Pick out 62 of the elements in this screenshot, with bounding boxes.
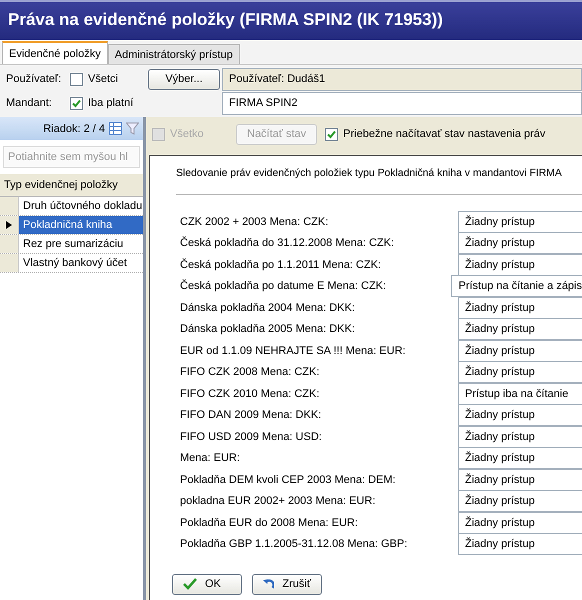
permission-label: Česká pokladňa po datume E Mena: CZK: xyxy=(180,280,388,292)
permission-label: FIFO USD 2009 Mena: USD: xyxy=(180,430,323,443)
permission-dropdown[interactable]: Žiadny prístup xyxy=(458,254,582,276)
checkbox-label: Iba platní xyxy=(88,97,134,109)
permission-dropdown[interactable]: Žiadny prístup xyxy=(458,210,582,233)
permission-label: Pokladňa EUR do 2008 Mena: EUR: xyxy=(180,516,359,529)
permission-dropdown[interactable]: Žiadny prístup xyxy=(458,232,582,254)
auto-load-checkbox[interactable] xyxy=(325,128,338,140)
permission-dropdown[interactable]: Žiadny prístup xyxy=(458,468,582,491)
mandant-field[interactable]: FIRMA SPIN2 xyxy=(222,92,582,114)
mandant-label: Mandant: xyxy=(6,97,53,109)
checkbox-label: Všetci xyxy=(88,73,118,85)
grid-row[interactable]: Pokladničná kniha xyxy=(19,216,143,234)
checkbox-label: Všetko xyxy=(170,128,204,140)
permission-label: Česká pokladňa do 31.12.2008 Mena: CZK: xyxy=(180,237,396,250)
checkmark-icon xyxy=(183,578,197,590)
undo-arrow-icon xyxy=(263,578,274,590)
permission-dropdown[interactable]: Žiadny prístup xyxy=(458,490,582,512)
permission-label: Dánska pokladňa 2005 Mena: DKK: xyxy=(180,323,356,336)
window-title: Práva na evidenčné položky (FIRMA SPIN2 (IK 71953)) xyxy=(0,0,582,40)
user-label: Používateľ: xyxy=(6,73,62,85)
permission-label: CZK 2002 + 2003 Mena: CZK: xyxy=(180,216,330,228)
permission-dropdown[interactable]: Žiadny prístup xyxy=(458,447,582,470)
row-selector[interactable] xyxy=(0,216,19,234)
permission-dropdown[interactable]: Žiadny prístup xyxy=(458,533,582,556)
user-field: Používateľ: Dudáš1 xyxy=(222,68,582,90)
permission-label: Pokladňa GBP 1.1.2005-31.12.08 Mena: GBP: xyxy=(180,538,408,550)
permission-label: Pokladňa DEM kvoli CEP 2003 Mena: DEM: xyxy=(180,474,397,486)
permission-dropdown[interactable]: Žiadny prístup xyxy=(458,512,582,534)
tab[interactable]: Administrátorský prístup xyxy=(108,44,240,64)
row-indicator: Riadok: 2 / 4 xyxy=(43,122,105,134)
permission-dropdown[interactable]: Žiadny prístup xyxy=(458,318,582,340)
cancel-button[interactable]: Zrušiť xyxy=(252,574,322,594)
checkbox-label: Priebežne načítavať stav nastavenia práv xyxy=(343,128,546,140)
grid-icon[interactable] xyxy=(109,122,122,135)
permission-label: FIFO DAN 2009 Mena: DKK: xyxy=(180,409,322,422)
permission-dropdown[interactable]: Žiadny prístup xyxy=(458,404,582,426)
permission-label: FIFO CZK 2008 Mena: CZK: xyxy=(180,366,320,378)
all-users-checkbox[interactable] xyxy=(70,72,83,86)
grid-row[interactable]: Vlastný bankový účet xyxy=(19,254,143,272)
permission-label: pokladna EUR 2002+ 2003 Mena: EUR: xyxy=(180,495,376,508)
permission-dropdown[interactable]: Prístup na čítanie a zápis xyxy=(451,275,582,298)
permission-label: FIFO CZK 2010 Mena: CZK: xyxy=(180,388,320,400)
permission-dropdown[interactable]: Žiadny prístup xyxy=(458,361,582,384)
ok-button[interactable]: OK xyxy=(172,574,242,594)
description: Sledovanie práv evidenčných položiek typu Pokladničná kniha v mandantovi FIRMA xyxy=(176,168,562,179)
permission-label: EUR od 1.1.09 NEHRAJTE SA !!! Mena: EUR: xyxy=(180,344,407,357)
current-row-icon xyxy=(6,221,12,229)
select-button[interactable]: Výber... xyxy=(148,68,220,90)
valid-only-checkbox[interactable] xyxy=(70,96,83,110)
grid-row[interactable]: Druh účtovného dokladu xyxy=(19,197,143,215)
permission-label: Česká pokladňa po 1.1.2011 Mena: CZK: xyxy=(180,258,382,271)
permission-dropdown[interactable]: Žiadny prístup xyxy=(458,426,582,448)
permission-dropdown[interactable]: Žiadny prístup xyxy=(458,296,582,319)
grid-row[interactable]: Rez pre sumarizáciu xyxy=(19,235,143,253)
permission-dropdown[interactable]: Prístup iba na čítanie xyxy=(458,382,582,405)
permission-label: Dánska pokladňa 2004 Mena: DKK: xyxy=(180,302,356,314)
permission-label: Mena: EUR: xyxy=(180,452,241,464)
filter-icon[interactable] xyxy=(126,122,139,135)
tab[interactable]: Evidenčné položky xyxy=(2,41,108,64)
permission-dropdown[interactable]: Žiadny prístup xyxy=(458,340,582,362)
column-header[interactable]: Typ evidenčnej položky xyxy=(0,174,143,197)
